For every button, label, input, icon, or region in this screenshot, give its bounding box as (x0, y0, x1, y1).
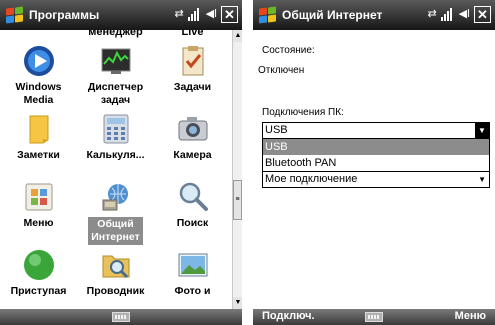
app-task-manager[interactable]: Диспетчер задач (77, 44, 154, 107)
app-label: Заметки (17, 149, 60, 161)
folder-search-icon (99, 248, 133, 282)
task-manager-icon (99, 44, 133, 78)
scroll-up-arrow-icon[interactable]: ▲ (233, 30, 242, 42)
internet-sharing-screen: Общий Интернет ⇄ ◀ǀ ✕ Состояние: Отключе… (253, 0, 495, 325)
app-label: Диспетчер задач (87, 81, 144, 106)
connect-softkey[interactable]: Подключ. (262, 310, 315, 322)
app-label: Фото и (174, 285, 211, 297)
app-label: Меню (23, 217, 54, 229)
partial-label[interactable]: Live (154, 30, 231, 38)
app-photos[interactable]: Фото и (154, 248, 231, 298)
app-label: Камера (173, 149, 212, 161)
signal-strength-icon[interactable] (440, 7, 455, 21)
connectivity-icon[interactable]: ⇄ (174, 5, 183, 23)
internet-sharing-icon (99, 180, 133, 214)
close-button[interactable]: ✕ (474, 5, 491, 23)
app-windows-media[interactable]: Windows Media (0, 44, 77, 107)
keyboard-icon[interactable] (112, 312, 130, 322)
program-grid: менеджер Live Windows Media Диспетчер за… (0, 30, 232, 309)
dropdown-option[interactable]: USB (263, 139, 489, 155)
volume-icon[interactable]: ◀ǀ (459, 5, 470, 23)
softkey-bar: Подключ. Меню (253, 309, 495, 325)
app-internet-sharing[interactable]: Общий Интернет (77, 180, 154, 245)
programs-screen: Программы ⇄ ◀ǀ ✕ менеджер Live Windows M… (0, 0, 242, 325)
app-label: Проводник (86, 285, 145, 297)
app-label: Поиск (176, 217, 209, 229)
partial-label[interactable]: менеджер (77, 30, 154, 38)
keyboard-icon[interactable] (365, 312, 383, 322)
title-bar: Общий Интернет ⇄ ◀ǀ ✕ (253, 0, 495, 30)
window-title: Общий Интернет (282, 8, 383, 22)
camera-icon (176, 112, 210, 146)
pc-connection-label: Подключения ПК: (262, 107, 344, 118)
app-search[interactable]: Поиск (154, 180, 231, 230)
app-label: Windows Media (15, 81, 62, 106)
app-file-explorer[interactable]: Проводник (77, 248, 154, 298)
connectivity-icon[interactable]: ⇄ (427, 5, 436, 23)
status-label: Состояние: (262, 45, 315, 56)
app-menu[interactable]: Меню (0, 180, 77, 230)
windows-start-icon[interactable] (4, 5, 26, 25)
signal-strength-icon[interactable] (187, 7, 202, 21)
network-connection-value: Мое подключение (265, 173, 358, 185)
calculator-icon (99, 112, 133, 146)
windows-start-icon[interactable] (257, 5, 279, 25)
notes-icon (22, 112, 56, 146)
pc-connection-value: USB (265, 124, 288, 136)
window-title: Программы (29, 8, 100, 22)
scrollbar[interactable]: ▲ ≡ ▼ (232, 30, 242, 309)
scroll-down-arrow-icon[interactable]: ▼ (233, 297, 242, 309)
photos-icon (176, 248, 210, 282)
dropdown-arrow-icon[interactable]: ▼ (475, 123, 489, 138)
title-bar: Программы ⇄ ◀ǀ ✕ (0, 0, 242, 30)
app-getting-started[interactable]: Приступая (0, 248, 77, 298)
search-icon (176, 180, 210, 214)
clipboard-icon (176, 44, 210, 78)
status-tray: ⇄ ◀ǀ ✕ (427, 5, 491, 23)
network-connection-select[interactable]: Мое подключение ▼ (262, 171, 490, 188)
menu-icon (22, 180, 56, 214)
status-value: Отключен (258, 65, 305, 76)
softkey-bar (0, 309, 242, 325)
status-tray: ⇄ ◀ǀ ✕ (174, 5, 238, 23)
getting-started-icon (22, 248, 56, 282)
app-camera[interactable]: Камера (154, 112, 231, 162)
app-label: Приступая (10, 285, 67, 297)
app-tasks[interactable]: Задачи (154, 44, 231, 94)
dropdown-arrow-icon[interactable]: ▼ (478, 172, 486, 187)
media-player-icon (22, 44, 56, 78)
app-label: Общий Интернет (88, 217, 143, 245)
partial-row: менеджер Live (0, 30, 232, 41)
menu-softkey[interactable]: Меню (455, 310, 486, 322)
pc-connection-dropdown-list: USB Bluetooth PAN (262, 139, 490, 172)
volume-icon[interactable]: ◀ǀ (206, 5, 217, 23)
app-calculator[interactable]: Калькуля... (77, 112, 154, 162)
app-notes[interactable]: Заметки (0, 112, 77, 162)
close-button[interactable]: ✕ (221, 5, 238, 23)
scroll-thumb[interactable]: ≡ (233, 180, 242, 220)
dropdown-option[interactable]: Bluetooth PAN (263, 155, 489, 171)
app-label: Калькуля... (86, 149, 145, 161)
pc-connection-select[interactable]: USB ▼ (262, 122, 490, 139)
app-label: Задачи (173, 81, 212, 93)
